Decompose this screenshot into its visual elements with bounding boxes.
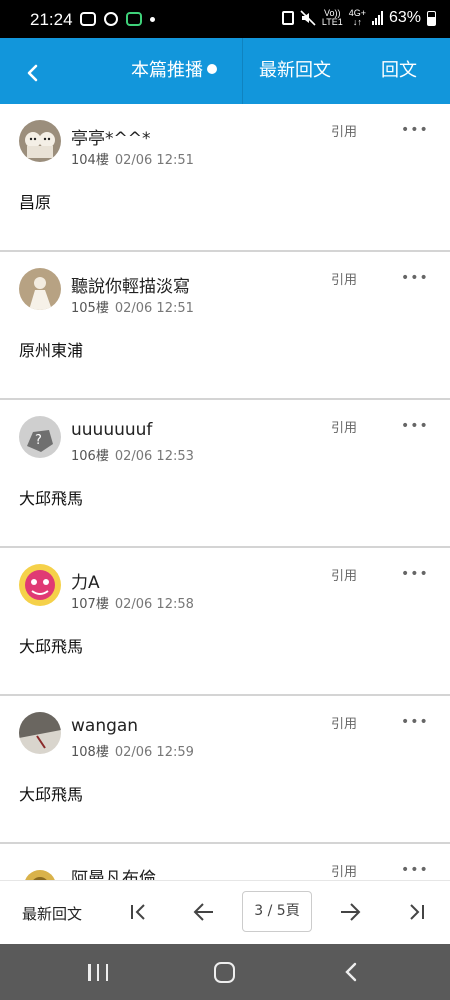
- notification-app-icon: [104, 12, 118, 26]
- author-name[interactable]: uuuuuuuf: [71, 420, 152, 440]
- mute-icon: [300, 10, 316, 26]
- header-divider: [242, 38, 243, 104]
- quote-button[interactable]: 引用: [331, 713, 357, 732]
- more-notifications-icon: [150, 16, 155, 22]
- post-list[interactable]: 亭亭*^^* 104樓 02/06 12:51 引用 ••• 昌原 聽說你輕描淡寫…: [0, 104, 450, 880]
- post-meta: 106樓 02/06 12:53: [71, 445, 194, 464]
- home-icon[interactable]: [214, 962, 235, 983]
- system-back-icon[interactable]: [341, 961, 361, 983]
- battery-percent: 63%: [388, 9, 421, 26]
- more-options-icon[interactable]: •••: [401, 714, 429, 730]
- author-name[interactable]: 阿曼凡布倫: [71, 864, 156, 880]
- line-app-icon: [80, 12, 96, 26]
- quote-button[interactable]: 引用: [331, 121, 357, 140]
- post-content: 原州東浦: [19, 341, 84, 360]
- avatar[interactable]: [19, 268, 61, 310]
- first-page-icon[interactable]: [126, 899, 152, 925]
- status-bar: 21:24 Vo)) LTE1 4G+ ↓↑ 63%: [0, 0, 450, 38]
- toggle-dot-icon: [207, 64, 217, 74]
- post-time: 02/06 12:53: [114, 449, 194, 464]
- list-item: 亭亭*^^* 104樓 02/06 12:51 引用 ••• 昌原: [0, 104, 450, 252]
- author-name[interactable]: wangan: [71, 716, 138, 736]
- tab-reply-label: 回文: [381, 60, 417, 81]
- post-time: 02/06 12:51: [114, 301, 194, 316]
- post-content: 大邱飛馬: [19, 489, 84, 508]
- volte-bottom: LTE1: [321, 17, 343, 27]
- last-page-icon[interactable]: [404, 899, 430, 925]
- list-item: wangan 108樓 02/06 12:59 引用 ••• 大邱飛馬: [0, 696, 450, 844]
- quote-button[interactable]: 引用: [331, 565, 357, 584]
- chevron-left-icon: [27, 64, 38, 82]
- notification-icons: [80, 12, 155, 26]
- list-item: 阿曼凡布倫 引用 •••: [0, 844, 450, 880]
- quote-button[interactable]: 引用: [331, 269, 357, 288]
- avatar[interactable]: [19, 712, 61, 754]
- volte-indicator: Vo)) LTE1: [322, 9, 343, 27]
- signal-icon: [371, 11, 383, 25]
- avatar[interactable]: [19, 120, 61, 162]
- system-nav-bar: [0, 944, 450, 1000]
- post-content: 大邱飛馬: [19, 785, 84, 804]
- list-item: 力A 107樓 02/06 12:58 引用 ••• 大邱飛馬: [0, 548, 450, 696]
- post-time: 02/06 12:51: [114, 153, 194, 168]
- list-item: ? uuuuuuuf 106樓 02/06 12:53 引用 ••• 大邱飛馬: [0, 400, 450, 548]
- more-options-icon[interactable]: •••: [401, 270, 429, 286]
- net-type-bottom: ↓↑: [352, 17, 362, 27]
- page-indicator[interactable]: 3 / 5頁: [242, 891, 312, 932]
- post-meta: 105樓 02/06 12:51: [71, 297, 194, 316]
- alarm-icon: [281, 11, 294, 25]
- floor-number: 105樓: [71, 301, 109, 316]
- author-name[interactable]: 力A: [71, 568, 100, 593]
- more-options-icon[interactable]: •••: [401, 566, 429, 582]
- more-options-icon[interactable]: •••: [401, 862, 429, 878]
- svg-text:?: ?: [35, 433, 42, 448]
- status-time: 21:24: [30, 10, 73, 29]
- net-type-indicator: 4G+ ↓↑: [349, 9, 366, 27]
- recent-apps-icon[interactable]: [88, 964, 108, 981]
- post-meta: 104樓 02/06 12:51: [71, 149, 194, 168]
- green-app-icon: [126, 12, 142, 26]
- pagination-bar: 最新回文 3 / 5頁: [0, 880, 450, 944]
- quote-button[interactable]: 引用: [331, 861, 357, 880]
- quote-button[interactable]: 引用: [331, 417, 357, 436]
- app-header: 本篇推播 最新回文 回文: [0, 38, 450, 104]
- latest-replies-button[interactable]: 最新回文: [22, 903, 82, 924]
- avatar[interactable]: [19, 564, 61, 606]
- post-content: 大邱飛馬: [19, 637, 84, 656]
- tab-reply[interactable]: 回文: [381, 59, 417, 83]
- post-time: 02/06 12:59: [114, 745, 194, 760]
- tab-latest-replies[interactable]: 最新回文: [259, 59, 331, 83]
- avatar[interactable]: [19, 860, 61, 880]
- more-options-icon[interactable]: •••: [401, 418, 429, 434]
- floor-number: 107樓: [71, 597, 109, 612]
- list-item: 聽說你輕描淡寫 105樓 02/06 12:51 引用 ••• 原州東浦: [0, 252, 450, 400]
- avatar[interactable]: ?: [19, 416, 61, 458]
- post-content: 昌原: [19, 193, 52, 212]
- tab-latest-label: 最新回文: [259, 60, 331, 81]
- author-name[interactable]: 亭亭*^^*: [71, 124, 151, 149]
- arrow-right-icon[interactable]: [337, 899, 363, 925]
- battery-icon: [427, 10, 436, 26]
- tab-recommend[interactable]: 本篇推播: [131, 59, 217, 83]
- status-right: Vo)) LTE1 4G+ ↓↑ 63%: [281, 9, 436, 27]
- post-meta: 108樓 02/06 12:59: [71, 741, 194, 760]
- post-meta: 107樓 02/06 12:58: [71, 593, 194, 612]
- arrow-left-icon[interactable]: [191, 899, 217, 925]
- author-name[interactable]: 聽說你輕描淡寫: [71, 272, 190, 297]
- floor-number: 106樓: [71, 449, 109, 464]
- tab-recommend-label: 本篇推播: [131, 60, 203, 81]
- post-time: 02/06 12:58: [114, 597, 194, 612]
- more-options-icon[interactable]: •••: [401, 122, 429, 138]
- floor-number: 108樓: [71, 745, 109, 760]
- back-button[interactable]: [18, 58, 48, 88]
- floor-number: 104樓: [71, 153, 109, 168]
